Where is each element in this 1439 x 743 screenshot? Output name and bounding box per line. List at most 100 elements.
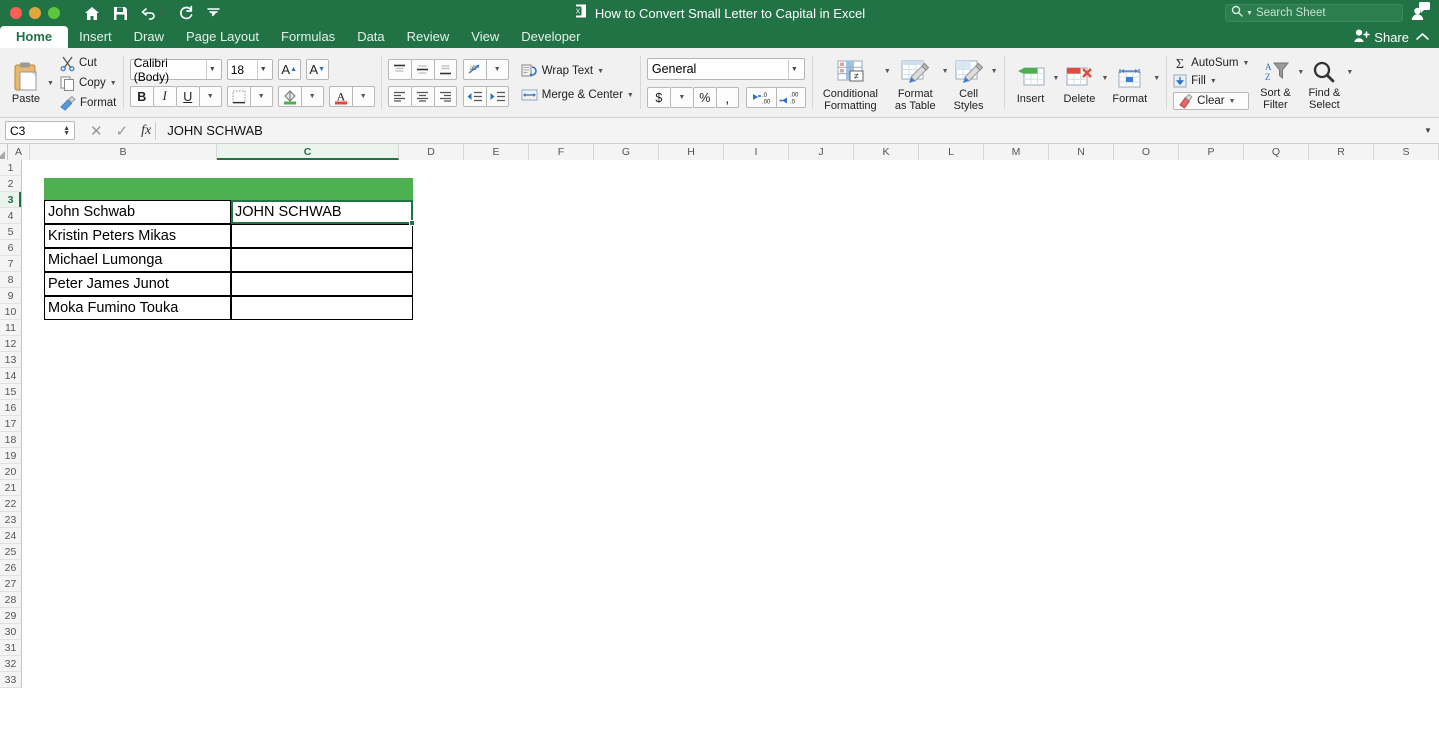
font-size-dropdown-caret[interactable]: ▼ bbox=[256, 60, 269, 79]
chevron-up-icon[interactable] bbox=[1416, 28, 1429, 46]
column-header-g[interactable]: G bbox=[594, 144, 659, 160]
quick-access-toolbar[interactable]: ▼ bbox=[84, 5, 220, 21]
copy-button[interactable]: Copy ▼ bbox=[60, 76, 117, 91]
conditional-formatting-dropdown-caret[interactable]: ▼ bbox=[884, 68, 891, 75]
cell-b5[interactable]: Michael Lumonga bbox=[44, 248, 231, 272]
undo-dropdown-caret[interactable]: ▼ bbox=[159, 10, 166, 17]
search-dropdown-caret[interactable]: ▼ bbox=[1246, 10, 1253, 17]
format-as-table-button[interactable]: Format as Table bbox=[891, 58, 940, 115]
fill-dropdown-caret[interactable]: ▼ bbox=[1210, 78, 1217, 85]
row-header-21[interactable]: 21 bbox=[0, 480, 21, 496]
cell-c4[interactable] bbox=[231, 224, 413, 248]
cut-button[interactable]: Cut bbox=[60, 56, 117, 71]
font-color-dropdown-caret[interactable]: ▼ bbox=[351, 86, 375, 107]
row-header-29[interactable]: 29 bbox=[0, 608, 21, 624]
row-header-14[interactable]: 14 bbox=[0, 368, 21, 384]
formula-input[interactable]: JOHN SCHWAB bbox=[155, 121, 1417, 140]
row-header-30[interactable]: 30 bbox=[0, 624, 21, 640]
font-color-icon[interactable]: A bbox=[328, 86, 352, 107]
tab-draw[interactable]: Draw bbox=[123, 26, 175, 48]
row-header-11[interactable]: 11 bbox=[0, 320, 21, 336]
find-select-dropdown-caret[interactable]: ▼ bbox=[1346, 69, 1353, 76]
align-center-button[interactable] bbox=[410, 86, 434, 107]
tab-view[interactable]: View bbox=[460, 26, 510, 48]
align-left-button[interactable] bbox=[387, 86, 411, 107]
search-input[interactable]: ▼ Search Sheet bbox=[1225, 4, 1403, 22]
minimize-button[interactable] bbox=[29, 7, 41, 19]
row-header-20[interactable]: 20 bbox=[0, 464, 21, 480]
row-header-33[interactable]: 33 bbox=[0, 672, 21, 688]
row-header-31[interactable]: 31 bbox=[0, 640, 21, 656]
tab-developer[interactable]: Developer bbox=[510, 26, 591, 48]
row-header-24[interactable]: 24 bbox=[0, 528, 21, 544]
increase-font-size-button[interactable]: A ▲ bbox=[277, 59, 301, 80]
sort-filter-dropdown-caret[interactable]: ▼ bbox=[1297, 69, 1304, 76]
font-name-dropdown-caret[interactable]: ▼ bbox=[205, 60, 218, 79]
align-middle-button[interactable] bbox=[410, 59, 434, 80]
currency-dropdown-caret[interactable]: ▼ bbox=[669, 87, 693, 108]
font-name-input[interactable]: Calibri (Body) ▼ bbox=[129, 56, 222, 84]
find-select-button[interactable]: Find & Select bbox=[1304, 59, 1344, 114]
column-header-k[interactable]: K bbox=[854, 144, 919, 160]
column-header-d[interactable]: D bbox=[399, 144, 464, 160]
customize-toolbar-icon[interactable] bbox=[207, 8, 220, 18]
bold-button[interactable]: B bbox=[129, 86, 153, 107]
borders-dropdown-caret[interactable]: ▼ bbox=[249, 86, 273, 107]
column-header-h[interactable]: H bbox=[659, 144, 724, 160]
tab-page-layout[interactable]: Page Layout bbox=[175, 26, 270, 48]
row-header-9[interactable]: 9 bbox=[0, 288, 21, 304]
currency-button[interactable]: $ bbox=[646, 87, 670, 108]
increase-decimal-button[interactable]: .0.00 bbox=[745, 87, 776, 108]
column-header-n[interactable]: N bbox=[1049, 144, 1114, 160]
fill-button[interactable]: Fill ▼ bbox=[1173, 74, 1249, 88]
clear-button[interactable]: Clear ▼ bbox=[1173, 92, 1250, 110]
number-format-dropdown-caret[interactable]: ▼ bbox=[787, 59, 800, 79]
row-header-15[interactable]: 15 bbox=[0, 384, 21, 400]
column-header-j[interactable]: J bbox=[789, 144, 854, 160]
format-cells-button[interactable]: Format bbox=[1108, 65, 1151, 108]
row-header-5[interactable]: 5 bbox=[0, 224, 21, 240]
align-bottom-button[interactable] bbox=[433, 59, 457, 80]
comma-style-button[interactable]: , bbox=[715, 87, 739, 108]
decrease-decimal-button[interactable]: .00.0 bbox=[775, 87, 806, 108]
row-header-1[interactable]: 1 bbox=[0, 160, 21, 176]
name-box[interactable]: C3 ▲ ▼ bbox=[5, 121, 75, 140]
column-header-q[interactable]: Q bbox=[1244, 144, 1309, 160]
percent-button[interactable]: % bbox=[692, 87, 716, 108]
autosum-button[interactable]: Σ AutoSum ▼ bbox=[1173, 56, 1249, 72]
tab-data[interactable]: Data bbox=[346, 26, 395, 48]
row-header-16[interactable]: 16 bbox=[0, 400, 21, 416]
cell-b4[interactable]: Kristin Peters Mikas bbox=[44, 224, 231, 248]
cell-b6[interactable]: Peter James Junot bbox=[44, 272, 231, 296]
number-format-select[interactable]: General ▼ bbox=[646, 58, 805, 80]
insert-cells-dropdown-caret[interactable]: ▼ bbox=[1053, 75, 1060, 82]
align-top-button[interactable] bbox=[387, 59, 411, 80]
maximize-button[interactable] bbox=[48, 7, 60, 19]
row-header-27[interactable]: 27 bbox=[0, 576, 21, 592]
column-header-s[interactable]: S bbox=[1374, 144, 1439, 160]
name-box-spinner[interactable]: ▲ ▼ bbox=[63, 125, 70, 137]
copy-dropdown-caret[interactable]: ▼ bbox=[110, 80, 117, 87]
row-header-22[interactable]: 22 bbox=[0, 496, 21, 512]
row-header-12[interactable]: 12 bbox=[0, 336, 21, 352]
window-controls[interactable] bbox=[0, 7, 60, 19]
cell-c2[interactable] bbox=[231, 178, 413, 200]
column-header-r[interactable]: R bbox=[1309, 144, 1374, 160]
paste-button[interactable]: Paste bbox=[6, 59, 46, 108]
conditional-formatting-button[interactable]: ≠ Conditional Formatting bbox=[819, 58, 882, 115]
save-icon[interactable] bbox=[113, 6, 128, 21]
insert-function-icon[interactable]: fx bbox=[141, 123, 151, 139]
orientation-icon[interactable]: ab bbox=[462, 59, 486, 80]
select-all-corner[interactable] bbox=[0, 144, 8, 160]
merge-center-dropdown-caret[interactable]: ▼ bbox=[627, 92, 634, 99]
tab-insert[interactable]: Insert bbox=[68, 26, 123, 48]
home-icon[interactable] bbox=[84, 6, 100, 21]
redo-icon[interactable] bbox=[179, 5, 194, 21]
format-as-table-dropdown-caret[interactable]: ▼ bbox=[942, 68, 949, 75]
decrease-font-size-button[interactable]: A ▼ bbox=[305, 59, 329, 80]
decrease-indent-button[interactable] bbox=[462, 86, 486, 107]
underline-dropdown-caret[interactable]: ▼ bbox=[198, 86, 222, 107]
row-header-3[interactable]: 3 bbox=[0, 192, 21, 208]
column-header-c[interactable]: C bbox=[217, 144, 399, 160]
fill-color-dropdown-caret[interactable]: ▼ bbox=[300, 86, 324, 107]
